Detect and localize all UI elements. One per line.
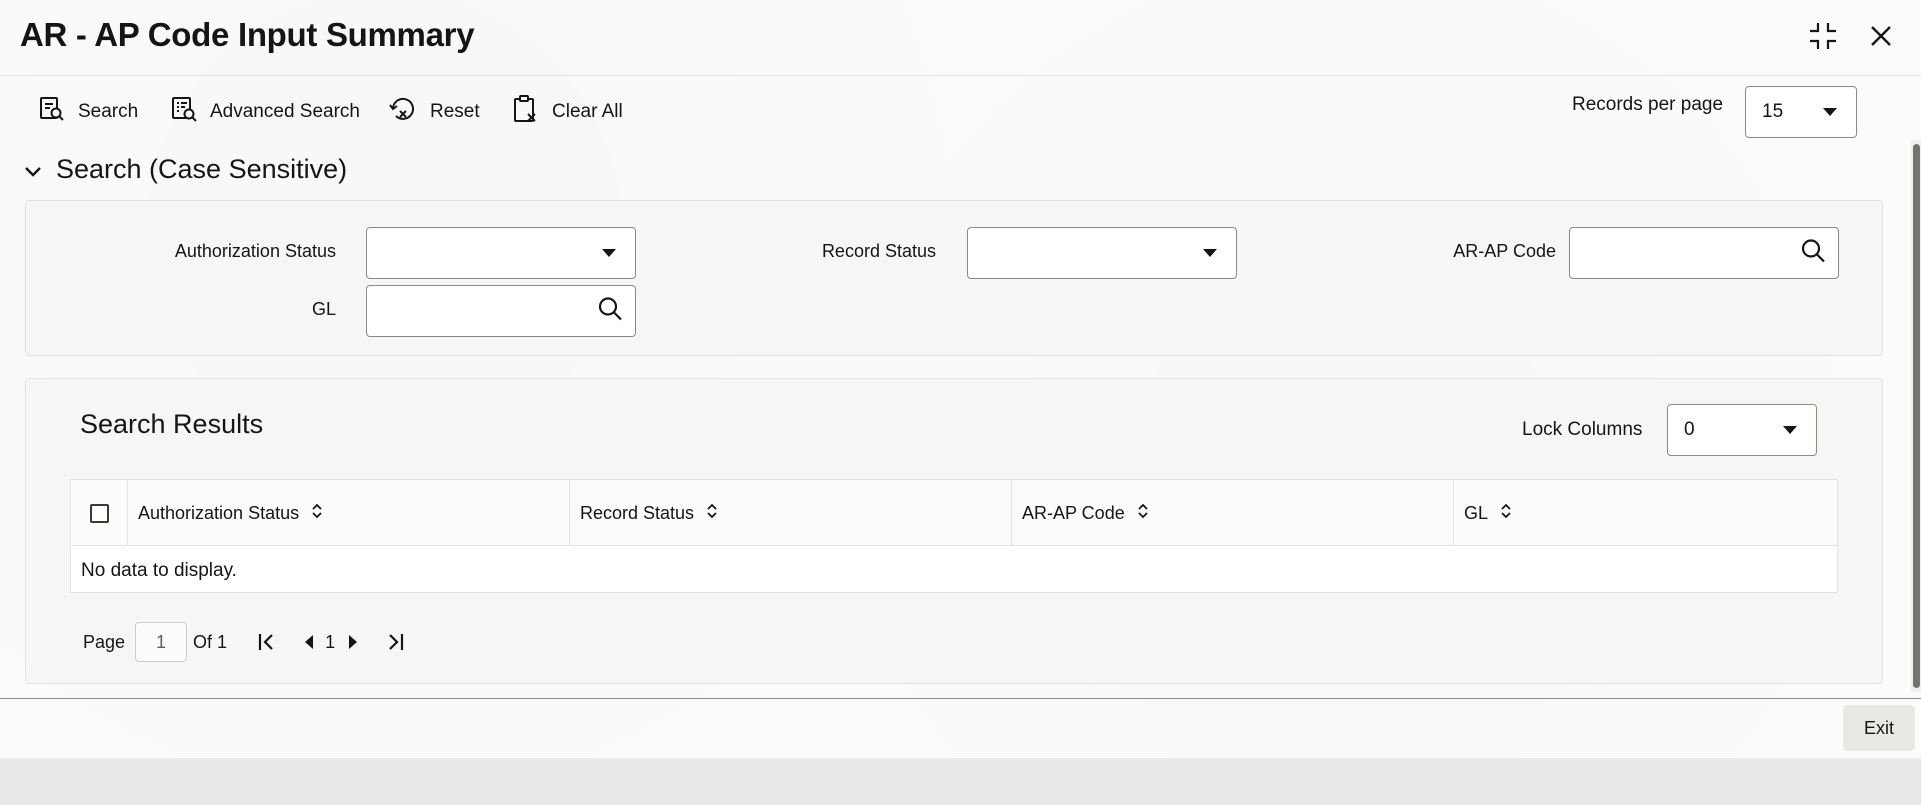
sort-icon [1500,502,1512,525]
arap-code-label: AR-AP Code [1453,241,1556,261]
search-icon [38,95,66,129]
close-icon[interactable] [1863,18,1899,54]
clipboard-clear-icon [512,94,540,130]
window-controls [1805,18,1899,54]
column-label: GL [1464,502,1489,523]
lock-columns-select[interactable]: 0 [1667,404,1817,456]
next-page-icon[interactable] [347,634,359,650]
reset-button[interactable]: Reset [388,94,480,130]
column-record-status[interactable]: Record Status [570,480,1012,546]
search-icon[interactable] [1800,238,1826,269]
maximize-icon[interactable] [1805,18,1841,54]
search-section-title: Search (Case Sensitive) [56,154,348,184]
chevron-down-icon [24,154,42,185]
records-per-page-label: Records per page [1572,94,1724,115]
column-label: Authorization Status [138,502,300,523]
search-section-toggle[interactable]: Search (Case Sensitive) [24,154,347,185]
page-number-input[interactable]: 1 [135,622,188,662]
caret-down-icon [1822,101,1838,123]
search-button[interactable]: Search [38,94,138,130]
first-page-icon[interactable] [257,632,277,652]
sort-icon [706,502,718,525]
select-all-checkbox[interactable] [89,503,109,523]
lock-columns-value: 0 [1684,419,1695,440]
footer-divider [0,698,1921,699]
prev-page-icon[interactable] [303,634,315,650]
sort-icon [1137,502,1149,525]
authorization-status-label: Authorization Status [174,241,336,261]
last-page-icon[interactable] [385,632,405,652]
gl-label: GL [311,299,336,319]
toolbar: Search Advanced Search Reset Clear All R… [0,84,1921,140]
search-icon[interactable] [597,296,623,327]
lock-columns-label: Lock Columns [1522,419,1643,440]
page-title: AR - AP Code Input Summary [20,16,475,53]
advanced-search-button[interactable]: Advanced Search [170,94,360,130]
results-table: Authorization Status Record Status AR-AP… [70,479,1838,593]
vertical-scrollbar[interactable] [1911,140,1921,692]
search-label: Search [78,101,139,122]
clear-all-button[interactable]: Clear All [512,94,623,130]
empty-message: No data to display. [81,560,237,581]
caret-down-icon [601,242,617,264]
column-label: AR-AP Code [1022,502,1125,523]
authorization-status-select[interactable] [366,227,636,279]
page-of-label: Of 1 [193,631,228,652]
records-per-page-value: 15 [1762,101,1784,122]
current-page[interactable]: 1 [325,632,335,653]
column-authorization-status[interactable]: Authorization Status [128,480,570,546]
caret-down-icon [1782,419,1798,441]
reset-label: Reset [430,101,480,122]
column-gl[interactable]: GL [1454,480,1837,546]
advanced-search-label: Advanced Search [210,101,360,122]
sort-icon [311,502,323,525]
results-panel: Search Results Lock Columns 0 Authorizat… [25,378,1883,684]
clear-all-label: Clear All [552,101,623,122]
summary-window: AR - AP Code Input Summary Search Advanc… [0,0,1921,758]
search-panel: Authorization Status Record Status AR-AP… [25,200,1883,356]
record-status-select[interactable] [967,227,1237,279]
select-all-cell [71,480,128,546]
arap-code-input[interactable] [1569,227,1839,279]
caret-down-icon [1202,242,1218,264]
gl-input[interactable] [366,285,636,337]
column-arap-code[interactable]: AR-AP Code [1012,480,1454,546]
table-header: Authorization Status Record Status AR-AP… [71,480,1837,546]
results-title: Search Results [80,409,264,439]
pagination: Page 1 Of 1 1 [83,622,405,662]
column-label: Record Status [580,502,695,523]
scrollbar-thumb[interactable] [1913,144,1920,688]
title-bar: AR - AP Code Input Summary [0,0,1921,76]
exit-button[interactable]: Exit [1843,705,1915,751]
advanced-search-icon [170,95,198,129]
records-per-page-select[interactable]: 15 [1745,86,1857,138]
page-label: Page [83,631,126,652]
record-status-label: Record Status [821,241,936,261]
reset-icon [388,95,418,129]
